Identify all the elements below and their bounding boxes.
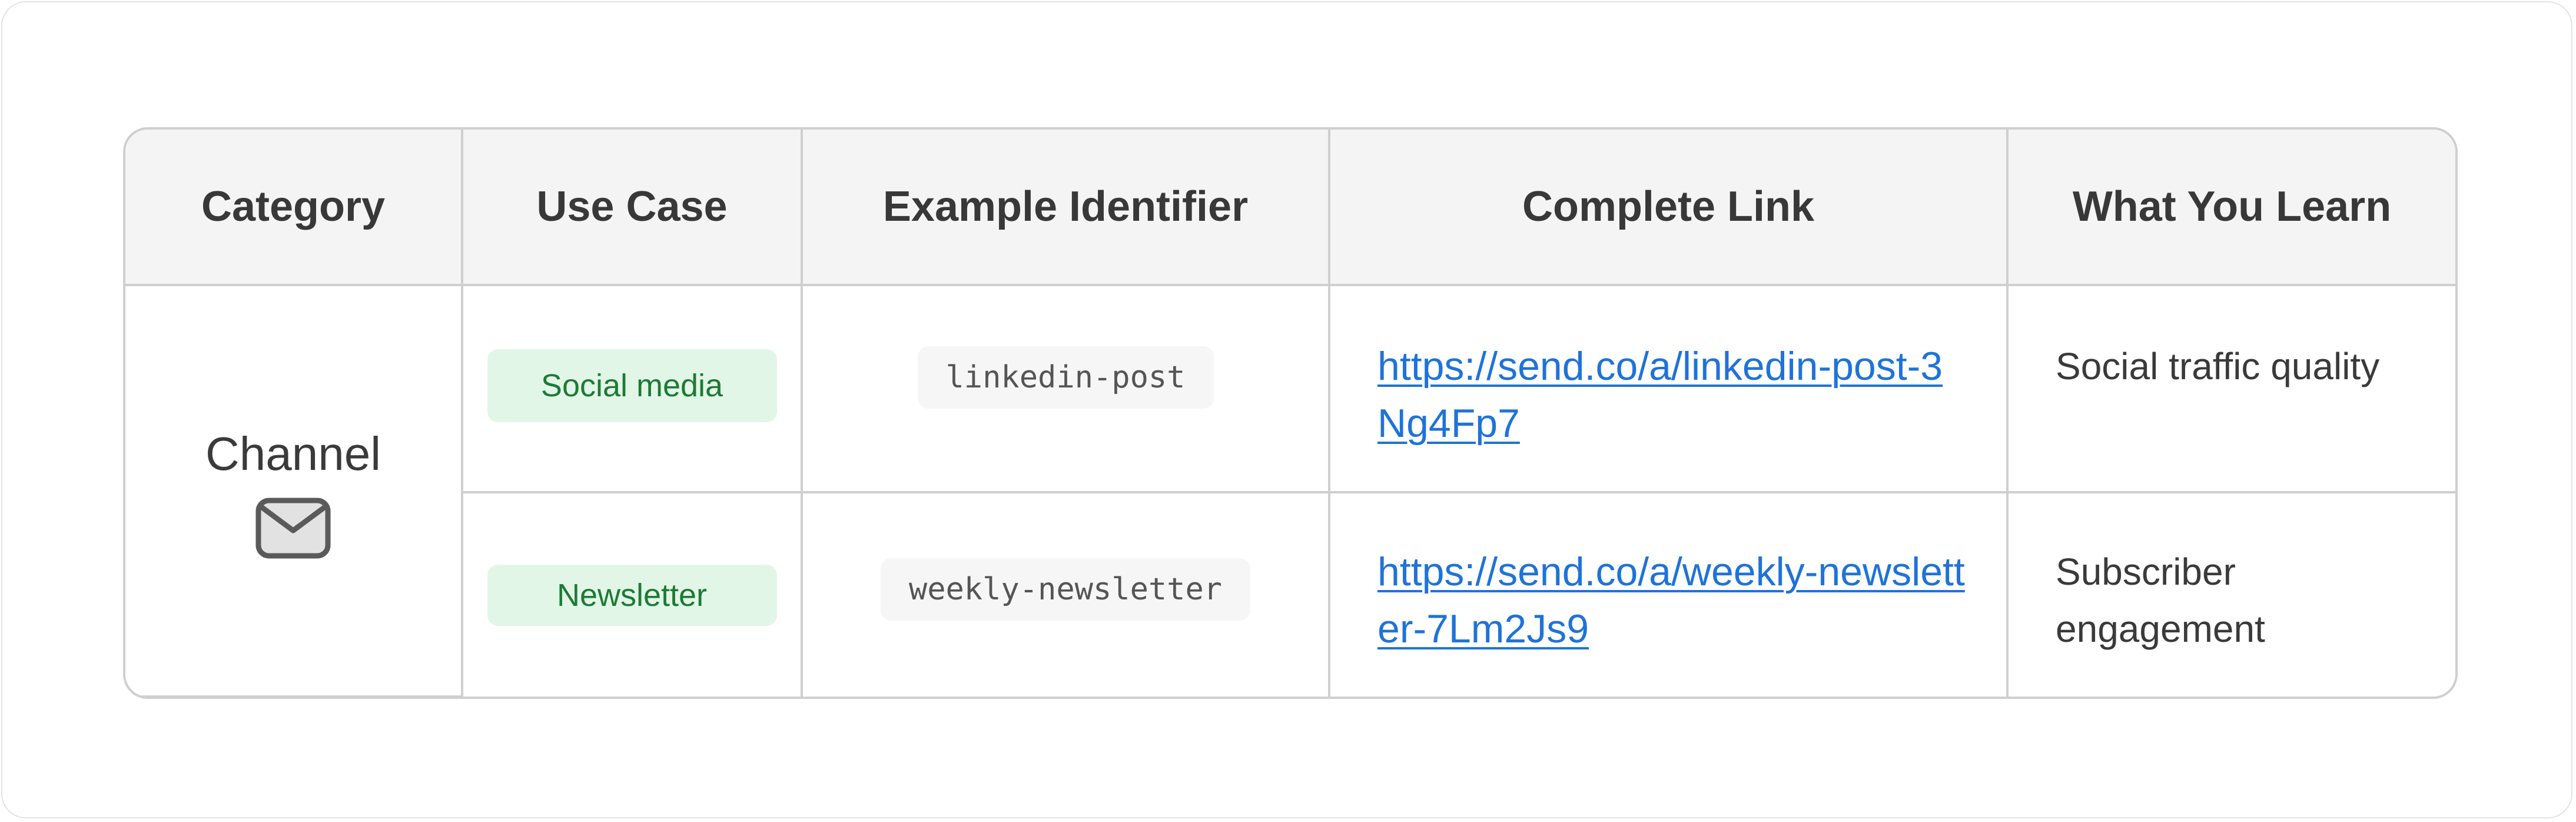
header-use-case: Use Case — [462, 130, 803, 286]
card-frame: Category Use Case Example Identifier Com… — [1, 1, 2572, 818]
use-case-badge: Newsletter — [487, 564, 777, 626]
table-header-row: Category Use Case Example Identifier Com… — [125, 130, 2455, 286]
identifier-cell: linkedin-post — [802, 285, 1330, 493]
table-row: Channel Social media linkedin-post https… — [125, 285, 2455, 697]
identifier-code: weekly-newsletter — [880, 558, 1251, 621]
category-label: Channel — [205, 427, 381, 480]
use-case-badge: Social media — [487, 349, 777, 422]
header-complete-link: Complete Link — [1329, 130, 2009, 286]
learn-cell: Subscriber engagement — [2056, 551, 2265, 650]
use-case-cell: Social media — [462, 285, 803, 493]
complete-link[interactable]: https://send.co/a/linkedin-post-3Ng4Fp7 — [1377, 344, 1943, 446]
header-category: Category — [125, 130, 463, 286]
envelope-icon — [255, 498, 331, 558]
use-case-cell: Newsletter — [462, 492, 803, 697]
table-row: Newsletter weekly-newsletter https://sen… — [125, 492, 2455, 697]
link-cell: https://send.co/a/linkedin-post-3Ng4Fp7 — [1329, 285, 2009, 493]
tracking-table: Category Use Case Example Identifier Com… — [123, 127, 2458, 699]
learn-cell: Social traffic quality — [2007, 285, 2455, 493]
header-example-identifier: Example Identifier — [802, 130, 1330, 286]
link-cell: https://send.co/a/weekly-newsletter-7Lm2… — [1329, 492, 2009, 697]
tracking-table-grid: Category Use Case Example Identifier Com… — [125, 130, 2455, 697]
category-cell: Channel — [125, 285, 463, 697]
identifier-cell: weekly-newsletter — [802, 492, 1330, 697]
identifier-code: linkedin-post — [917, 346, 1214, 409]
complete-link[interactable]: https://send.co/a/weekly-newsletter-7Lm2… — [1377, 549, 1965, 651]
header-what-you-learn: What You Learn — [2007, 130, 2455, 286]
